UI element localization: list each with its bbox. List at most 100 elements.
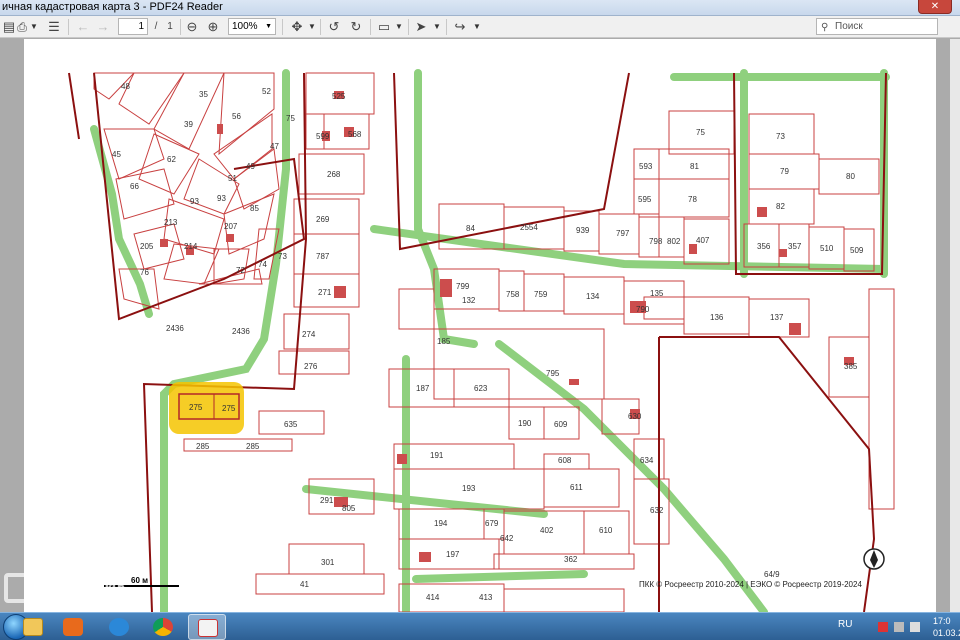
cursor-dropdown-icon[interactable]: ▼ bbox=[433, 19, 441, 35]
clock-time: 17:0 bbox=[933, 616, 951, 626]
taskbar-chrome[interactable] bbox=[144, 614, 182, 640]
close-button[interactable]: ✕ bbox=[918, 0, 952, 14]
parcel-label: 268 bbox=[327, 170, 341, 179]
parcel-label: 56 bbox=[232, 112, 241, 121]
parcel-label: 185 bbox=[437, 337, 451, 346]
parcel-label: 285 bbox=[196, 442, 210, 451]
parcel-label: 93 bbox=[190, 197, 199, 206]
cadastral-map: 48 35 52 525 75 56 39 599 568 45 62 47 4… bbox=[68, 69, 895, 612]
next-page-icon[interactable]: → bbox=[96, 19, 110, 35]
parcel-label: 49 bbox=[246, 162, 255, 171]
print-icon[interactable]: ⎙ bbox=[16, 19, 28, 35]
parcel-label: 135 bbox=[650, 289, 664, 298]
parcel-label: 191 bbox=[430, 451, 444, 460]
taskbar-media-player[interactable] bbox=[54, 614, 92, 640]
system-clock[interactable]: 17:0 01.03.2 bbox=[933, 615, 960, 639]
rotate-left-icon[interactable]: ↺ bbox=[326, 19, 342, 35]
taskbar-ie[interactable] bbox=[100, 614, 138, 640]
search-icon: ⚲ bbox=[821, 22, 829, 33]
parcel-label: 2436 bbox=[166, 324, 184, 333]
parcel-label: 47 bbox=[270, 142, 279, 151]
parcel-label: 205 bbox=[140, 242, 154, 251]
volume-icon[interactable] bbox=[910, 622, 920, 632]
parcel-label: 632 bbox=[650, 506, 664, 515]
zoom-select[interactable]: 100% ▼ bbox=[228, 18, 276, 35]
share-dropdown-icon[interactable]: ▼ bbox=[473, 19, 481, 35]
parcel-label: 52 bbox=[262, 87, 271, 96]
tray-flag-icon[interactable] bbox=[878, 622, 888, 632]
compass-icon[interactable] bbox=[863, 548, 885, 570]
parcel-label: 84 bbox=[466, 224, 475, 233]
map-copyright: ПКК © Росреестр 2010-2024 | ЕЭКО © Росре… bbox=[639, 580, 862, 589]
parcel-label: 74 bbox=[258, 260, 267, 269]
parcel-label: 275 bbox=[189, 403, 203, 412]
parcel-label: 190 bbox=[518, 419, 532, 428]
parcel-label: 509 bbox=[850, 246, 864, 255]
pan-dropdown-icon[interactable]: ▼ bbox=[308, 19, 316, 35]
parcel-label: 413 bbox=[479, 593, 493, 602]
watermark-text: Домклик bbox=[40, 574, 127, 596]
parcel-label: 213 bbox=[164, 218, 178, 227]
parcel-label: 525 bbox=[332, 92, 346, 101]
watermark-logo bbox=[4, 573, 34, 603]
parcel-label: 593 bbox=[639, 162, 653, 171]
window-title: ичная кадастровая карта 3 - PDF24 Reader bbox=[2, 1, 223, 13]
ie-icon bbox=[109, 618, 129, 636]
zoom-in-icon[interactable]: ⊕ bbox=[205, 19, 221, 35]
parcel-label: 276 bbox=[304, 362, 318, 371]
parcel-label: 634 bbox=[640, 456, 654, 465]
parcel-label: 610 bbox=[599, 526, 613, 535]
taskbar-explorer[interactable] bbox=[14, 614, 52, 640]
sidebar-toggle-icon[interactable]: ☰ bbox=[46, 19, 62, 35]
parcel-label: 81 bbox=[690, 162, 699, 171]
clock-date: 01.03.2 bbox=[933, 628, 960, 638]
page-number-input[interactable]: 1 bbox=[118, 18, 148, 35]
parcel-label: 798 bbox=[649, 237, 663, 246]
network-icon[interactable] bbox=[894, 622, 904, 632]
parcel-label: 356 bbox=[757, 242, 771, 251]
scale-label: 60 м bbox=[131, 576, 148, 585]
parcel-label: 269 bbox=[316, 215, 330, 224]
folder-icon[interactable]: ▤ bbox=[2, 19, 16, 35]
parcel-label: 609 bbox=[554, 420, 568, 429]
vertical-scrollbar[interactable] bbox=[950, 39, 960, 612]
parcel-label: 271 bbox=[318, 288, 332, 297]
parcel-label: 137 bbox=[770, 313, 784, 322]
document-viewer[interactable]: 48 35 52 525 75 56 39 599 568 45 62 47 4… bbox=[0, 39, 960, 612]
parcel-label: 802 bbox=[667, 237, 681, 246]
taskbar-pdf24[interactable] bbox=[188, 614, 226, 640]
parcel-label: 35 bbox=[199, 90, 208, 99]
parcel-label: 759 bbox=[534, 290, 548, 299]
parcel-label: 75 bbox=[286, 114, 295, 123]
language-indicator[interactable]: RU bbox=[838, 619, 852, 630]
parcel-label: 48 bbox=[121, 82, 130, 91]
share-icon[interactable]: ↪ bbox=[452, 19, 468, 35]
page-separator: / bbox=[154, 21, 158, 32]
parcel-label: 630 bbox=[628, 412, 642, 421]
parcel-label: 599 bbox=[316, 132, 330, 141]
parcel-label: 291 bbox=[320, 496, 334, 505]
parcel-label: 595 bbox=[638, 195, 652, 204]
parcel-label: 41 bbox=[300, 580, 309, 589]
parcel-label: 799 bbox=[456, 282, 470, 291]
parcel-label: 510 bbox=[820, 244, 834, 253]
parcel-label: 2436 bbox=[232, 327, 250, 336]
page-layout-icon[interactable]: ▭ bbox=[376, 19, 392, 35]
parcel-label: 62 bbox=[167, 155, 176, 164]
prev-page-icon[interactable]: ← bbox=[76, 19, 90, 35]
parcel-label: 78 bbox=[688, 195, 697, 204]
rotate-right-icon[interactable]: ↻ bbox=[348, 19, 364, 35]
parcel-label: 45 bbox=[112, 150, 121, 159]
parcel-label: 939 bbox=[576, 226, 590, 235]
parcel-label: 357 bbox=[788, 242, 802, 251]
pdf-page: 48 35 52 525 75 56 39 599 568 45 62 47 4… bbox=[24, 39, 936, 612]
print-dropdown-icon[interactable]: ▼ bbox=[30, 19, 38, 35]
layout-dropdown-icon[interactable]: ▼ bbox=[395, 19, 403, 35]
toolbar: ▤ ⎙ ▼ ☰ ← → 1 / 1 ⊖ ⊕ 100% ▼ ✥ ▼ ↺ ↻ ▭ ▼… bbox=[0, 16, 960, 38]
select-cursor-icon[interactable]: ➤ bbox=[414, 19, 428, 35]
parcel-label: 642 bbox=[500, 534, 514, 543]
parcel-label: 72 bbox=[236, 266, 245, 275]
zoom-out-icon[interactable]: ⊖ bbox=[184, 19, 200, 35]
pan-icon[interactable]: ✥ bbox=[289, 19, 305, 35]
search-input[interactable]: ⚲ Поиск bbox=[816, 18, 938, 35]
